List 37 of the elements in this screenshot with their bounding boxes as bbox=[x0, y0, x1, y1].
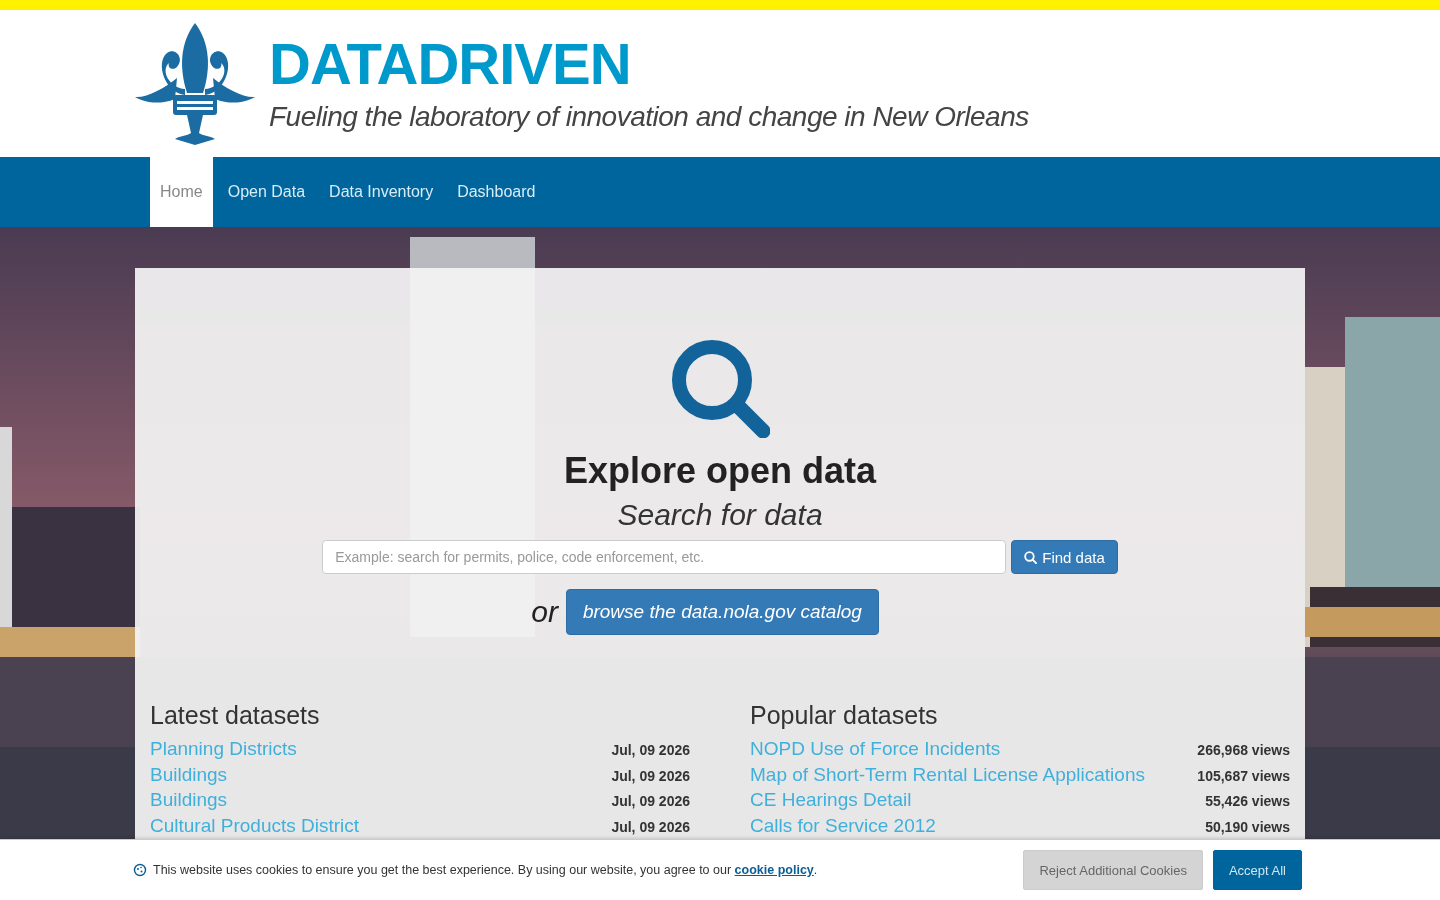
dataset-link[interactable]: Planning Districts bbox=[150, 738, 297, 760]
search-icon bbox=[1024, 550, 1038, 564]
cookie-notice: This website uses cookies to ensure you get the best experience. By using our website, you agree to our cookie policy. bbox=[153, 863, 819, 877]
accept-button[interactable]: Accept All bbox=[1212, 850, 1302, 890]
dataset-views: 55,426 views bbox=[1205, 793, 1290, 809]
dataset-link[interactable]: NOPD Use of Force Incidents bbox=[750, 738, 1001, 760]
dataset-date: Jul, 09 2026 bbox=[611, 767, 690, 784]
dataset-link[interactable]: Map of Short-Term Rental License Applications bbox=[750, 763, 1145, 786]
dataset-link[interactable]: Cultural Products District bbox=[150, 814, 360, 837]
site-title: DATADRIVEN bbox=[269, 34, 632, 93]
dataset-views: 266,968 views bbox=[1197, 742, 1290, 758]
dataset-link[interactable]: Buildings bbox=[150, 789, 228, 811]
browse-catalog-button[interactable]: browse the data.nola.gov catalog bbox=[565, 589, 879, 635]
nav-tab[interactable]: Open Data bbox=[215, 157, 318, 227]
search-field[interactable]: Example: search for permits, police, code enforcement, etc. bbox=[322, 540, 1007, 574]
site-tagline: Fueling the laboratory of innovation and change in New Orleans bbox=[269, 100, 1029, 133]
hero-heading: Explore open data bbox=[563, 450, 877, 492]
cookie-policy-link[interactable]: cookie policy bbox=[734, 863, 814, 877]
reject-button[interactable]: Reject Additional Cookies bbox=[1023, 850, 1203, 890]
dataset-date: Jul, 09 2026 bbox=[611, 742, 690, 758]
cookie-icon bbox=[133, 863, 147, 877]
dataset-views: 105,687 views bbox=[1197, 767, 1290, 784]
nav-tab[interactable]: Home bbox=[150, 157, 213, 227]
dataset-link[interactable]: Buildings bbox=[150, 763, 228, 786]
find-data-button[interactable]: Find data bbox=[1011, 540, 1118, 574]
dataset-link[interactable]: CE Hearings Detail bbox=[750, 789, 912, 811]
dataset-date: Jul, 09 2026 bbox=[611, 793, 690, 809]
or-text: or bbox=[531, 595, 558, 629]
dataset-views: 50,190 views bbox=[1205, 818, 1290, 835]
section-title: Popular datasets bbox=[750, 701, 939, 730]
nav-tab[interactable]: Data Inventory bbox=[317, 157, 446, 227]
nav-tab[interactable]: Dashboard bbox=[445, 157, 548, 227]
section-title: Latest datasets bbox=[150, 701, 321, 730]
search-icon bbox=[670, 338, 770, 438]
hero-subheading: Search for data bbox=[617, 498, 823, 532]
dataset-link[interactable]: Calls for Service 2012 bbox=[750, 814, 936, 837]
dataset-date: Jul, 09 2026 bbox=[611, 818, 690, 835]
